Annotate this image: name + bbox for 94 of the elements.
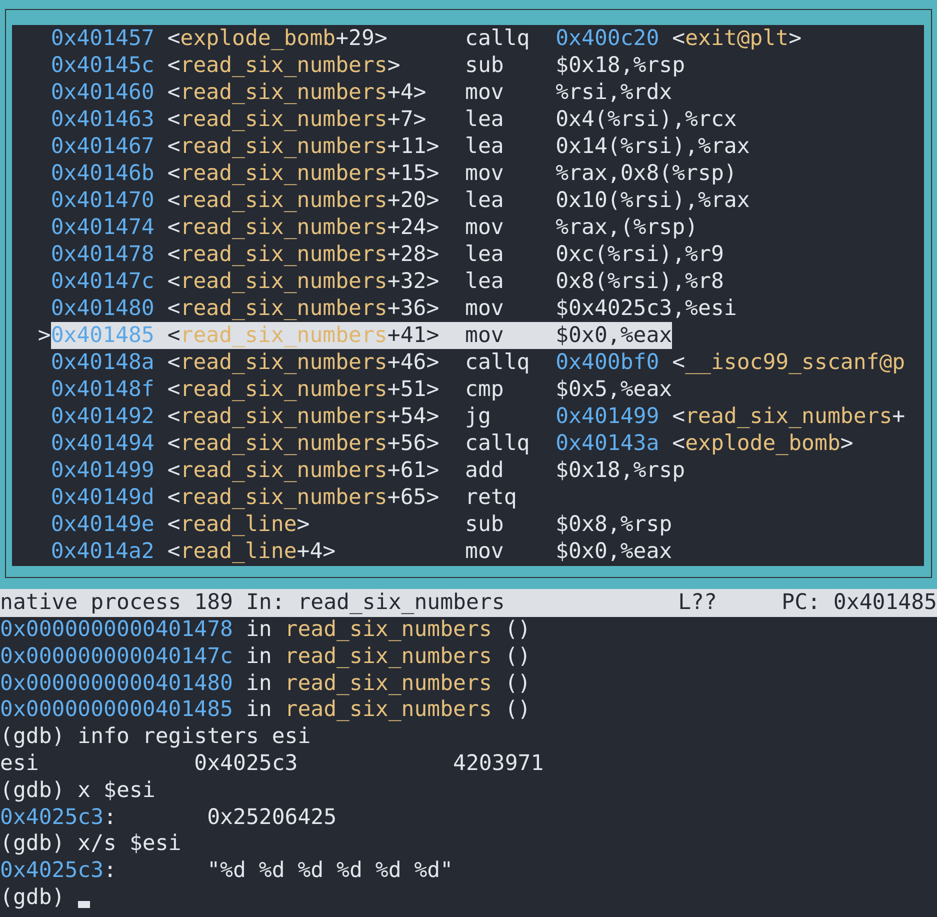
mnemonic-text: sub bbox=[465, 53, 504, 78]
address-text: 0x40148a bbox=[50, 350, 154, 375]
mnemonic-text: callq bbox=[465, 26, 530, 51]
operand-text: $0x5,%eax bbox=[556, 376, 672, 403]
console-line: 0x0000000000401485 in read_six_numbers () bbox=[0, 697, 531, 724]
operand-text: $0x8,%rsp bbox=[556, 511, 672, 538]
console-line: esi 0x4025c3 4203971 bbox=[0, 750, 544, 778]
operand-text: 0x400c20 <exit@plt> bbox=[556, 25, 802, 52]
address-text: 0x40149e bbox=[50, 512, 154, 537]
symbol-label: <read_six_numbers+56> bbox=[167, 431, 440, 456]
pc-indicator: PC: 0x401485 bbox=[782, 589, 937, 617]
address-text: 0x40147c bbox=[50, 269, 154, 294]
console-line: (gdb) x $esi bbox=[0, 778, 156, 805]
line-indicator: L?? bbox=[678, 589, 717, 617]
address-text: 0x401463 bbox=[50, 107, 154, 132]
address-text: 0x401485 bbox=[50, 323, 154, 348]
operand-text: 0x14(%rsi),%rax bbox=[556, 133, 750, 160]
operand-text: $0x18,%rsp bbox=[556, 457, 686, 484]
operand-text: %rax,0x8(%rsp) bbox=[556, 160, 737, 187]
operand-text: 0x4(%rsi),%rcx bbox=[556, 106, 737, 133]
symbol-label: <read_six_numbers+4> bbox=[167, 80, 426, 105]
operand-text: 0x40143a <explode_bomb> bbox=[556, 430, 854, 457]
symbol-label: <read_six_numbers+11> bbox=[167, 134, 440, 159]
address-text: 0x40146b bbox=[50, 161, 154, 186]
console-line: 0x000000000040147c in read_six_numbers () bbox=[0, 644, 531, 671]
mnemonic-text: lea bbox=[465, 107, 504, 132]
mnemonic-text: mov bbox=[465, 80, 504, 105]
mnemonic-text: lea bbox=[465, 134, 504, 159]
mnemonic-text: mov bbox=[465, 296, 504, 321]
address-text: 0x401494 bbox=[50, 431, 154, 456]
console-line: 0x0000000000401480 in read_six_numbers () bbox=[0, 670, 531, 698]
symbol-label: <read_line+4> bbox=[167, 539, 336, 564]
symbol-label: <read_six_numbers+24> bbox=[167, 215, 440, 240]
mnemonic-text: mov bbox=[465, 323, 504, 348]
address-text: 0x401470 bbox=[50, 188, 154, 213]
mnemonic-text: sub bbox=[465, 512, 504, 537]
symbol-label: <read_six_numbers+32> bbox=[167, 269, 440, 294]
mnemonic-text: cmp bbox=[465, 377, 504, 402]
symbol-label: <read_six_numbers+46> bbox=[167, 350, 440, 375]
symbol-label: <read_six_numbers+28> bbox=[167, 242, 440, 267]
operand-text: $0x0,%eax bbox=[556, 322, 672, 349]
console-line: (gdb) x/s $esi bbox=[0, 831, 182, 858]
operand-text: 0x8(%rsi),%r8 bbox=[556, 268, 724, 295]
mnemonic-text: mov bbox=[465, 215, 504, 240]
address-text: 0x40148f bbox=[50, 377, 154, 402]
process-status-text: native process 189 In: read_six_numbers bbox=[0, 589, 505, 617]
operand-text: %rsi,%rdx bbox=[556, 79, 672, 106]
operand-text: $0x4025c3,%esi bbox=[556, 295, 737, 322]
symbol-label: <read_six_numbers+61> bbox=[167, 458, 440, 483]
current-line-marker: > bbox=[38, 323, 51, 348]
symbol-label: <read_six_numbers+7> bbox=[167, 107, 426, 132]
mnemonic-text: callq bbox=[465, 431, 530, 456]
console-line: (gdb) info registers esi bbox=[0, 724, 311, 751]
symbol-label: <read_six_numbers+54> bbox=[167, 404, 440, 429]
symbol-label: <read_six_numbers+51> bbox=[167, 377, 440, 402]
address-text: 0x401480 bbox=[50, 296, 154, 321]
address-text: 0x401492 bbox=[50, 404, 154, 429]
symbol-label: <read_six_numbers> bbox=[167, 53, 400, 78]
operand-text: %rax,(%rsp) bbox=[556, 214, 698, 241]
symbol-label: <read_six_numbers+20> bbox=[167, 188, 440, 213]
console-line: 0x0000000000401478 in read_six_numbers () bbox=[0, 617, 531, 644]
console-line: 0x4025c3: "%d %d %d %d %d %d" bbox=[0, 858, 454, 885]
operand-text: 0x10(%rsi),%rax bbox=[556, 187, 750, 214]
mnemonic-text: retq bbox=[465, 485, 517, 510]
symbol-label: <read_line> bbox=[167, 512, 310, 537]
operand-text: 0xc(%rsi),%r9 bbox=[556, 241, 724, 268]
operand-text: 0x400bf0 <__isoc99_sscanf@p bbox=[556, 349, 906, 376]
operand-text: 0x401499 <read_six_numbers+ bbox=[556, 403, 906, 430]
operand-text: $0x0,%eax bbox=[556, 538, 672, 565]
address-text: 0x401478 bbox=[50, 242, 154, 267]
mnemonic-text: lea bbox=[465, 269, 504, 294]
mnemonic-text: lea bbox=[465, 242, 504, 267]
symbol-label: <read_six_numbers+36> bbox=[167, 296, 440, 321]
address-text: 0x40145c bbox=[50, 53, 154, 78]
address-text: 0x401474 bbox=[50, 215, 154, 240]
symbol-label: <read_six_numbers+65> bbox=[167, 485, 440, 510]
operand-text: $0x18,%rsp bbox=[556, 52, 686, 79]
mnemonic-text: lea bbox=[465, 188, 504, 213]
address-text: 0x40149d bbox=[50, 485, 154, 510]
address-text: 0x401499 bbox=[50, 458, 154, 483]
symbol-label: <read_six_numbers+15> bbox=[167, 161, 440, 186]
console-line: (gdb) bbox=[0, 884, 66, 912]
address-text: 0x401460 bbox=[50, 80, 154, 105]
address-text: 0x401467 bbox=[50, 134, 154, 159]
mnemonic-text: callq bbox=[465, 350, 530, 375]
symbol-label: <explode_bomb+29> bbox=[167, 26, 388, 51]
mnemonic-text: mov bbox=[465, 161, 504, 186]
mnemonic-text: jg bbox=[465, 404, 491, 429]
address-text: 0x4014a2 bbox=[50, 539, 154, 564]
mnemonic-text: add bbox=[465, 458, 504, 483]
console-line: 0x4025c3: 0x25206425 bbox=[0, 804, 337, 832]
mnemonic-text: mov bbox=[465, 539, 504, 564]
symbol-label: <read_six_numbers+41> bbox=[167, 323, 440, 348]
address-text: 0x401457 bbox=[50, 26, 154, 51]
